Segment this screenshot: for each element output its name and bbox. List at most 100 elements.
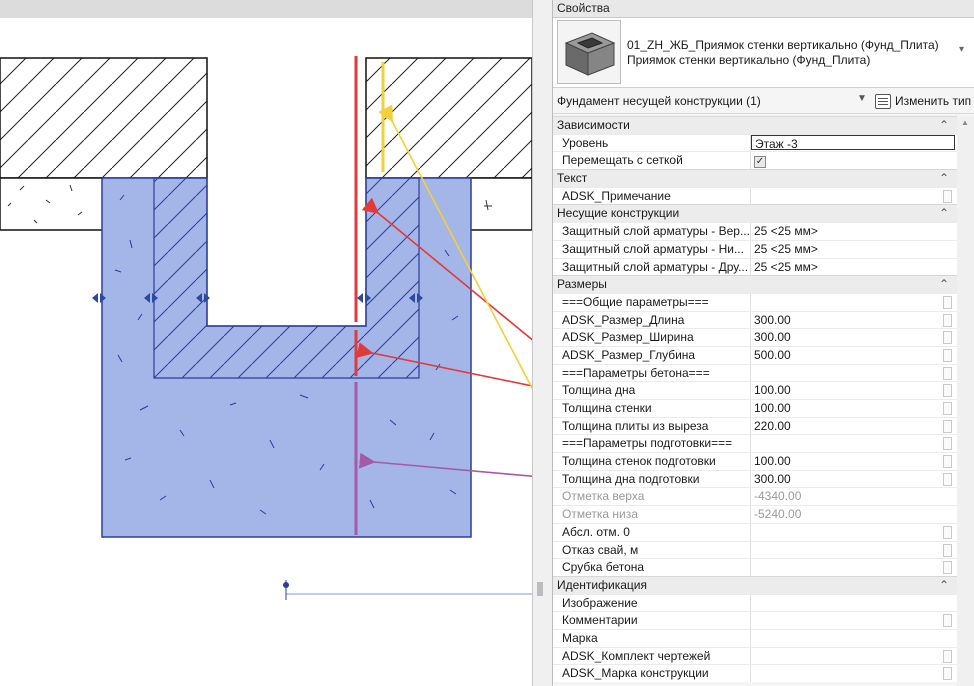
reference-plane[interactable] — [283, 580, 532, 600]
property-value[interactable]: 25 <25 мм> — [751, 223, 957, 240]
collapse-chevron-icon[interactable]: ⌃ — [939, 171, 949, 185]
property-row[interactable]: Отметка верха -4340.00 — [553, 487, 957, 506]
property-row[interactable]: Защитный слой арматуры - Дру... 25 <25 мм… — [553, 257, 957, 276]
associate-parameter-button[interactable] — [943, 455, 952, 469]
property-value[interactable]: Этаж -3 — [751, 134, 955, 151]
associate-parameter-button[interactable] — [943, 189, 952, 203]
property-value[interactable]: 300.00 — [751, 312, 957, 329]
property-value[interactable] — [751, 188, 957, 205]
property-row[interactable]: ADSK_Примечание — [553, 186, 957, 205]
property-row[interactable]: Толщина дна подготовки 300.00 — [553, 469, 957, 488]
associate-parameter-button[interactable] — [943, 384, 952, 398]
group-header[interactable]: Текст ⌃ — [553, 169, 957, 187]
property-row[interactable]: Толщина дна 100.00 — [553, 381, 957, 399]
group-header[interactable]: Зависимости ⌃ — [553, 116, 957, 134]
property-value[interactable]: 25 <25 мм> — [751, 259, 957, 276]
property-value[interactable] — [751, 612, 957, 629]
property-row[interactable]: ===Параметры подготовки=== — [553, 434, 957, 453]
property-value[interactable]: 220.00 — [751, 418, 957, 435]
instance-filter[interactable]: Фундамент несущей конструкции (1) ▼ Изме… — [553, 88, 974, 114]
property-row[interactable]: ADSK_Размер_Глубина 500.00 — [553, 345, 957, 364]
property-value[interactable] — [751, 630, 957, 647]
associate-parameter-button[interactable] — [943, 348, 952, 362]
property-checkbox[interactable]: ✓ — [751, 152, 957, 169]
property-value[interactable] — [751, 435, 957, 452]
property-row[interactable]: Толщина стенок подготовки 100.00 — [553, 452, 957, 470]
property-value[interactable] — [751, 559, 957, 576]
property-row[interactable]: ADSK_Комплект чертежей — [553, 646, 957, 665]
collapse-chevron-icon[interactable]: ⌃ — [939, 118, 949, 132]
property-row[interactable]: Защитный слой арматуры - Ни... 25 <25 мм> — [553, 239, 957, 258]
group-header[interactable]: Идентификация ⌃ — [553, 575, 957, 594]
property-row[interactable]: Срубка бетона — [553, 558, 957, 576]
group-header[interactable]: Несущие конструкции ⌃ — [553, 204, 957, 223]
associate-parameter-button[interactable] — [943, 295, 952, 309]
property-value-text: 300.00 — [754, 312, 791, 327]
property-name: Марка — [553, 629, 751, 647]
property-row[interactable]: ===Параметры бетона=== — [553, 363, 957, 382]
property-row[interactable]: Изображение — [553, 593, 957, 612]
property-value[interactable] — [751, 542, 957, 559]
associate-parameter-button[interactable] — [943, 402, 952, 415]
collapse-chevron-icon[interactable]: ⌃ — [939, 578, 949, 592]
property-row[interactable]: Защитный слой арматуры - Вер... 25 <25 мм… — [553, 222, 957, 240]
checkbox[interactable]: ✓ — [754, 156, 766, 169]
properties-scrollbar[interactable]: ▲ — [957, 116, 974, 686]
group-name: Текст — [557, 171, 588, 186]
property-value[interactable] — [751, 648, 957, 665]
view-splitter[interactable] — [532, 0, 552, 686]
property-row[interactable]: ADSK_Размер_Ширина 300.00 — [553, 328, 957, 346]
associate-parameter-button[interactable] — [943, 649, 952, 663]
property-row[interactable]: Толщина стенки 100.00 — [553, 399, 957, 417]
property-value[interactable]: 100.00 — [751, 382, 957, 399]
group-name: Несущие конструкции — [557, 206, 680, 221]
chevron-down-icon[interactable]: ▼ — [857, 93, 867, 104]
property-value[interactable] — [751, 524, 957, 541]
property-row[interactable]: Перемещать с сеткой ✓ — [553, 151, 957, 170]
edit-type-button[interactable]: Изменить тип — [873, 91, 973, 111]
associate-parameter-button[interactable] — [943, 313, 952, 327]
property-row[interactable]: Уровень Этаж -3 — [553, 133, 957, 152]
drawing-canvas[interactable] — [0, 0, 532, 686]
scroll-up-icon[interactable]: ▲ — [961, 118, 969, 127]
property-value[interactable]: 100.00 — [751, 453, 957, 470]
associate-parameter-button[interactable] — [943, 472, 952, 486]
property-row[interactable]: Комментарии — [553, 611, 957, 629]
property-row[interactable]: Отметка низа -5240.00 — [553, 505, 957, 523]
associate-parameter-button[interactable] — [943, 543, 952, 557]
property-name: ADSK_Размер_Длина — [553, 311, 751, 329]
type-selector[interactable]: 01_ZH_ЖБ_Приямок стенки вертикально (Фун… — [553, 18, 974, 88]
property-value[interactable]: 100.00 — [751, 400, 957, 417]
associate-parameter-button[interactable] — [943, 437, 952, 451]
property-row[interactable]: Абсл. отм. 0 — [553, 522, 957, 541]
property-value[interactable] — [751, 665, 957, 682]
associate-parameter-button[interactable] — [943, 419, 952, 433]
property-value[interactable] — [751, 294, 957, 311]
property-value-text: 25 <25 мм> — [754, 259, 818, 274]
collapse-chevron-icon[interactable]: ⌃ — [939, 277, 949, 291]
property-value[interactable] — [751, 365, 957, 382]
property-row[interactable]: ADSK_Марка конструкции — [553, 664, 957, 682]
scroll-thumb[interactable] — [537, 582, 543, 596]
property-row[interactable]: Отказ свай, м — [553, 540, 957, 559]
property-value[interactable] — [751, 595, 957, 612]
property-row[interactable]: ===Общие параметры=== — [553, 292, 957, 311]
associate-parameter-button[interactable] — [943, 525, 952, 539]
group-header[interactable]: Размеры ⌃ — [553, 275, 957, 293]
associate-parameter-button[interactable] — [943, 561, 952, 575]
property-name: Перемещать с сеткой — [553, 152, 751, 170]
property-name: Изображение — [553, 594, 751, 612]
property-value[interactable]: 300.00 — [751, 329, 957, 346]
property-row[interactable]: Марка — [553, 628, 957, 647]
collapse-chevron-icon[interactable]: ⌃ — [939, 206, 949, 220]
associate-parameter-button[interactable] — [943, 667, 952, 681]
property-row[interactable]: ADSK_Размер_Длина 300.00 — [553, 310, 957, 329]
type-dropdown-icon[interactable]: ▾ — [959, 44, 969, 55]
property-row[interactable]: Толщина плиты из выреза 220.00 — [553, 416, 957, 435]
property-value[interactable]: 25 <25 мм> — [751, 241, 957, 258]
property-value[interactable]: 500.00 — [751, 347, 957, 364]
property-value[interactable]: 300.00 — [751, 471, 957, 488]
associate-parameter-button[interactable] — [943, 366, 952, 380]
associate-parameter-button[interactable] — [943, 614, 952, 628]
associate-parameter-button[interactable] — [943, 331, 952, 345]
